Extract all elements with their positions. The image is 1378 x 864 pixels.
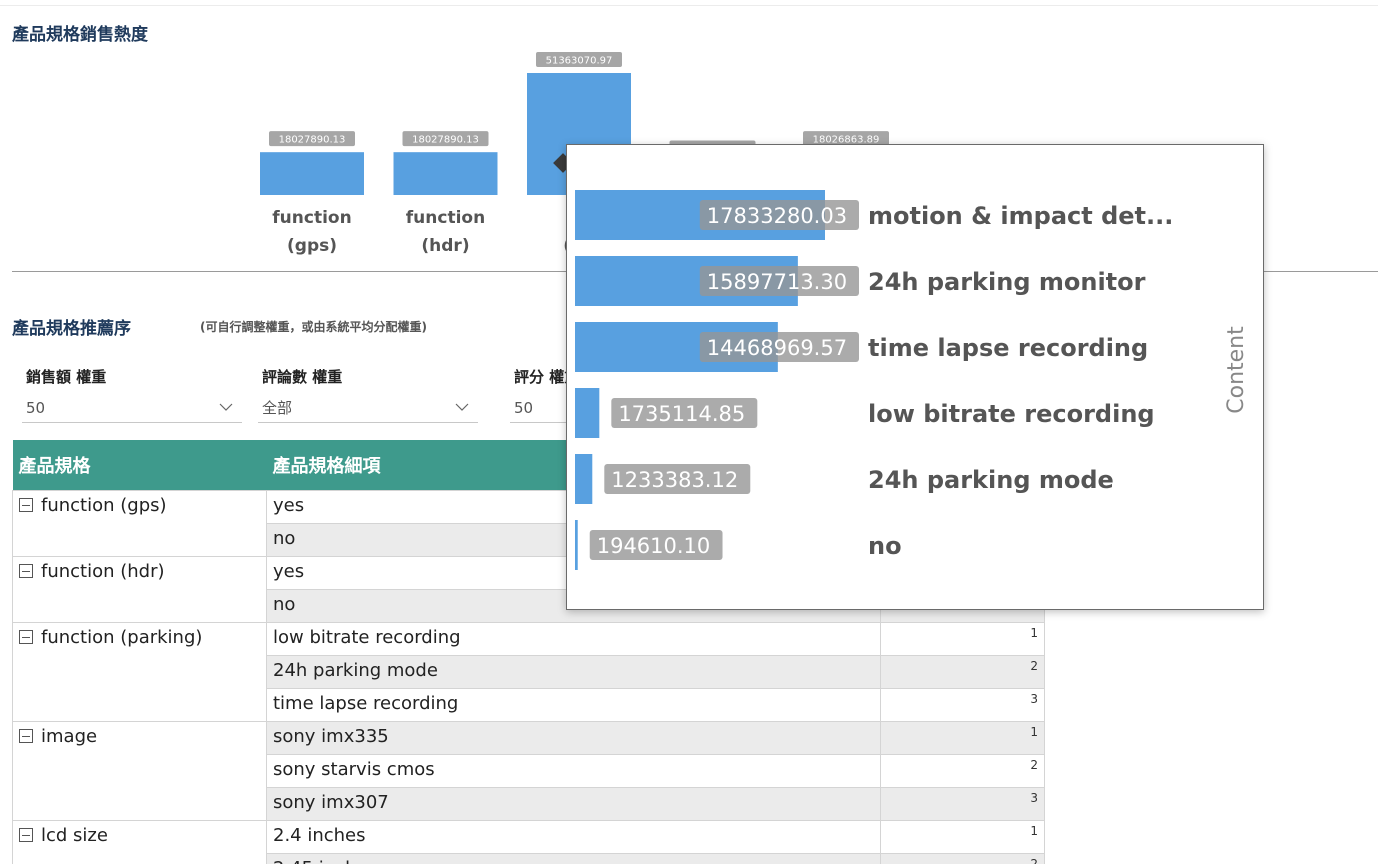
category-label: no xyxy=(868,532,902,560)
recommend-title: 產品規格推薦序 xyxy=(12,319,131,339)
detail-cell: 2.4 inches xyxy=(266,819,881,854)
spec-name: lcd size xyxy=(41,824,108,846)
spec-name: function (hdr) xyxy=(41,560,165,582)
rank-cell: 1 xyxy=(880,621,1045,656)
data-label: 1735114.85 xyxy=(618,402,745,426)
detail-cell: 2.45 inches xyxy=(266,852,881,864)
spec-cell: function (hdr) xyxy=(12,555,267,623)
collapse-minus-icon[interactable] xyxy=(19,629,33,644)
collapse-minus-icon[interactable] xyxy=(19,563,33,578)
chevron-down-icon xyxy=(455,403,469,411)
data-label: 15897713.30 xyxy=(707,270,847,294)
rank-cell: 2 xyxy=(880,654,1045,689)
detail-cell: 24h parking mode xyxy=(266,654,881,689)
data-label: 1233383.12 xyxy=(611,468,738,492)
detail-cell: sony starvis cmos xyxy=(266,753,881,788)
data-label: 14468969.57 xyxy=(707,336,847,360)
spec-name: function (gps) xyxy=(41,494,167,516)
category-label: motion & impact det... xyxy=(868,202,1173,230)
data-label: 18027890.13 xyxy=(279,135,346,146)
spec-name: image xyxy=(41,725,98,747)
category-label: function xyxy=(406,208,485,228)
category-label: time lapse recording xyxy=(868,334,1148,362)
weight-label-sales: 銷售額 權重 xyxy=(26,368,107,386)
bar xyxy=(575,520,578,570)
spec-cell: function (gps) xyxy=(12,489,267,557)
data-label: 194610.10 xyxy=(597,534,711,558)
chevron-down-icon xyxy=(219,403,233,411)
weight-note: (可自行調整權重，或由系統平均分配權重) xyxy=(200,320,427,334)
rank-cell: 1 xyxy=(880,819,1045,854)
top-rule xyxy=(0,5,1378,6)
rank-cell: 3 xyxy=(880,786,1045,821)
weight-select-sales[interactable]: 50 xyxy=(22,393,242,423)
weight-select-reviews[interactable]: 全部 xyxy=(258,393,478,423)
table-row: image sony imx335 1 xyxy=(12,720,1045,821)
spec-cell: lcd size xyxy=(12,819,267,864)
weight-value-sales: 50 xyxy=(26,399,46,417)
spec-cell: image xyxy=(12,720,267,821)
rank-cell: 2 xyxy=(880,852,1045,864)
detail-cell: sony imx335 xyxy=(266,720,881,755)
category-label: (hdr) xyxy=(421,236,469,256)
category-label: function xyxy=(272,208,351,228)
collapse-minus-icon[interactable] xyxy=(19,827,33,842)
tooltip-chart: 17833280.03 motion & impact det... 1589771… xyxy=(575,190,1249,570)
table-row: function (parking) low bitrate recording… xyxy=(12,621,1045,722)
weight-select-rating[interactable]: 50 xyxy=(510,393,570,423)
bar xyxy=(575,388,600,438)
data-label: 51363070.97 xyxy=(546,56,613,67)
rank-cell: 3 xyxy=(880,687,1045,722)
category-label: low bitrate recording xyxy=(868,400,1155,428)
rank-cell: 2 xyxy=(880,753,1045,788)
weight-label-reviews: 評論數 權重 xyxy=(262,368,343,386)
category-label: (gps) xyxy=(287,236,337,256)
bar xyxy=(575,454,593,504)
category-label: 24h parking monitor xyxy=(868,268,1146,296)
detail-cell: time lapse recording xyxy=(266,687,881,722)
collapse-minus-icon[interactable] xyxy=(19,728,33,743)
tooltip-panel: 17833280.03 motion & impact det... 1589771… xyxy=(566,144,1264,610)
weight-value-rating: 50 xyxy=(514,399,534,417)
bar xyxy=(260,152,364,195)
collapse-minus-icon[interactable] xyxy=(19,497,33,512)
bar xyxy=(393,152,498,195)
table-row: lcd size 2.4 inches 1 xyxy=(12,819,1045,864)
spec-name: function (parking) xyxy=(41,626,203,648)
axis-title: Content xyxy=(1224,326,1249,414)
header-spec[interactable]: 產品規格 xyxy=(12,440,267,490)
rank-cell: 1 xyxy=(880,720,1045,755)
data-label: 18027890.13 xyxy=(412,135,479,146)
weight-value-reviews: 全部 xyxy=(262,399,293,417)
data-label: 17833280.03 xyxy=(707,204,847,228)
category-label: 24h parking mode xyxy=(868,466,1114,494)
spec-cell: function (parking) xyxy=(12,621,267,722)
detail-cell: low bitrate recording xyxy=(266,621,881,656)
detail-cell: sony imx307 xyxy=(266,786,881,821)
